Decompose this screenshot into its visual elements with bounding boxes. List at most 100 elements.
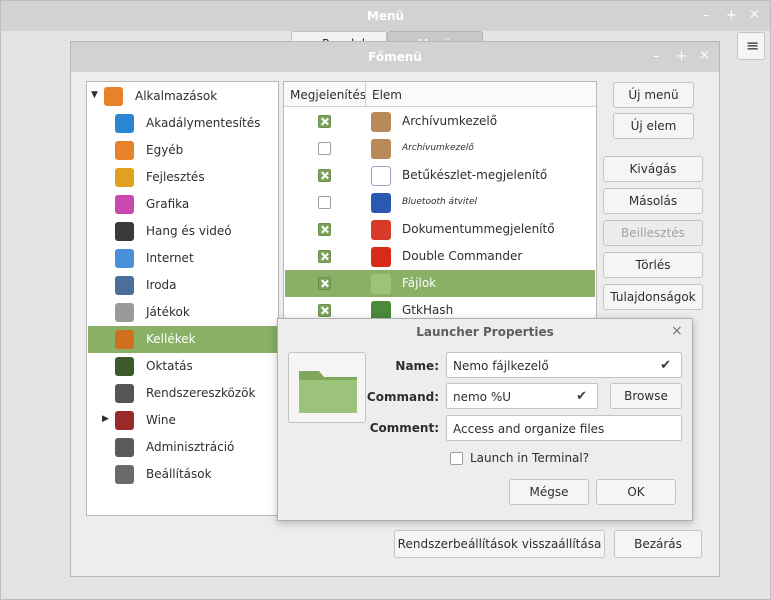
category-item[interactable]: Hang és videó: [88, 218, 277, 245]
category-item[interactable]: Akadálymentesítés: [88, 110, 277, 137]
table-row[interactable]: Archívumkezelő: [285, 135, 595, 162]
show-checkbox[interactable]: [318, 250, 331, 263]
main-close-icon[interactable]: ×: [699, 48, 710, 63]
office-icon: [115, 276, 134, 295]
applications-icon: [104, 87, 123, 106]
category-item[interactable]: Kellékek: [88, 326, 277, 353]
font-viewer-icon: [371, 166, 391, 186]
table-row[interactable]: Dokumentummegjelenítő: [285, 216, 595, 243]
hamburger-menu-button[interactable]: ≡: [737, 32, 765, 60]
table-row[interactable]: Double Commander: [285, 243, 595, 270]
item-label: Dokumentummegjelenítő: [402, 222, 555, 236]
comment-label: Comment:: [369, 421, 439, 435]
accessories-icon: [115, 330, 134, 349]
show-checkbox[interactable]: [318, 196, 331, 209]
show-checkbox[interactable]: [318, 277, 331, 290]
document-viewer-icon: [371, 220, 391, 240]
ok-button[interactable]: OK: [596, 479, 676, 505]
launch-in-terminal-checkbox[interactable]: [450, 452, 463, 465]
table-row[interactable]: Fájlok: [285, 270, 595, 297]
category-item[interactable]: Iroda: [88, 272, 277, 299]
item-label: Betűkészlet-megjelenítő: [402, 168, 548, 182]
launcher-icon-button[interactable]: [288, 352, 366, 423]
category-label: Internet: [146, 251, 194, 265]
administration-icon: [115, 438, 134, 457]
folder-icon: [299, 371, 357, 413]
dialog-close-icon[interactable]: ×: [671, 323, 683, 339]
category-label: Hang és videó: [146, 224, 232, 238]
properties-button[interactable]: Tulajdonságok: [603, 284, 703, 310]
category-label: Kellékek: [146, 332, 196, 346]
item-label: Archívumkezelő: [402, 114, 498, 128]
name-valid-check-icon: ✔: [660, 358, 671, 373]
games-icon: [115, 303, 134, 322]
header-show[interactable]: Megjelenítés: [290, 88, 366, 102]
command-value: nemo %U: [453, 390, 512, 404]
collapse-arrow-icon[interactable]: ▼: [91, 90, 98, 100]
show-checkbox[interactable]: [318, 142, 331, 155]
command-valid-check-icon: ✔: [576, 389, 587, 404]
command-field[interactable]: nemo %U ✔: [446, 383, 598, 409]
category-item[interactable]: Internet: [88, 245, 277, 272]
main-minimize-icon[interactable]: –: [653, 49, 660, 64]
expand-arrow-icon[interactable]: ▶: [102, 414, 109, 424]
category-item[interactable]: Fejlesztés: [88, 164, 277, 191]
show-checkbox[interactable]: [318, 169, 331, 182]
category-item[interactable]: Beállítások: [88, 461, 277, 488]
table-row[interactable]: Betűkészlet-megjelenítő: [285, 162, 595, 189]
category-label: Játékok: [146, 305, 190, 319]
settings-icon: [115, 465, 134, 484]
table-row[interactable]: Bluetooth átvitel: [285, 189, 595, 216]
multimedia-icon: [115, 222, 134, 241]
table-row[interactable]: Archívumkezelő: [285, 108, 595, 135]
category-item[interactable]: ▼ Alkalmazások: [88, 83, 277, 110]
browse-button[interactable]: Browse: [610, 383, 682, 409]
category-item[interactable]: Adminisztráció: [88, 434, 277, 461]
close-button[interactable]: Bezárás: [614, 530, 702, 558]
name-field[interactable]: Nemo fájlkezelő ✔: [446, 352, 682, 378]
category-tree[interactable]: ▼ Alkalmazások Akadálymentesítés Egyéb Fejle…: [86, 81, 279, 516]
launch-in-terminal-label: Launch in Terminal?: [470, 451, 590, 465]
new-menu-button[interactable]: Új menü: [613, 82, 694, 108]
new-item-button[interactable]: Új elem: [613, 113, 694, 139]
delete-button[interactable]: Törlés: [603, 252, 703, 278]
item-label: GtkHash: [402, 303, 454, 317]
other-icon: [115, 141, 134, 160]
paste-button[interactable]: Beillesztés: [603, 220, 703, 246]
category-label: Oktatás: [146, 359, 193, 373]
category-item[interactable]: Oktatás: [88, 353, 277, 380]
category-item[interactable]: Egyéb: [88, 137, 277, 164]
graphics-icon: [115, 195, 134, 214]
comment-value: Access and organize files: [453, 422, 605, 436]
category-label: Wine: [146, 413, 176, 427]
restore-defaults-button[interactable]: Rendszerbeállítások visszaállítása: [394, 530, 605, 558]
cut-button[interactable]: Kivágás: [603, 156, 703, 182]
items-table[interactable]: Megjelenítés Elem Archívumkezelő Archívum…: [283, 81, 597, 321]
header-item[interactable]: Elem: [372, 88, 402, 102]
outer-minimize-icon[interactable]: –: [703, 8, 710, 23]
item-label: Archívumkezelő: [402, 143, 474, 153]
category-label: Beállítások: [146, 467, 212, 481]
internet-icon: [115, 249, 134, 268]
category-item[interactable]: Rendszereszközök: [88, 380, 277, 407]
outer-maximize-icon[interactable]: +: [726, 8, 737, 23]
show-checkbox[interactable]: [318, 223, 331, 236]
main-maximize-icon[interactable]: +: [676, 49, 687, 64]
hamburger-icon: ≡: [746, 36, 760, 55]
accessibility-icon: [115, 114, 134, 133]
comment-field[interactable]: Access and organize files: [446, 415, 682, 441]
category-item[interactable]: ▶ Wine: [88, 407, 277, 434]
outer-window-title: Menü: [366, 9, 405, 23]
category-label: Rendszereszközök: [146, 386, 256, 400]
show-checkbox[interactable]: [318, 304, 331, 317]
show-checkbox[interactable]: [318, 115, 331, 128]
category-label: Akadálymentesítés: [146, 116, 261, 130]
category-item[interactable]: Játékok: [88, 299, 277, 326]
copy-button[interactable]: Másolás: [603, 188, 703, 214]
name-label: Name:: [395, 359, 439, 373]
folder-icon: [371, 274, 391, 294]
cancel-button[interactable]: Mégse: [509, 479, 589, 505]
category-item[interactable]: Grafika: [88, 191, 277, 218]
outer-close-icon[interactable]: ×: [749, 7, 760, 22]
outer-titlebar: Menü – + ×: [1, 1, 770, 31]
